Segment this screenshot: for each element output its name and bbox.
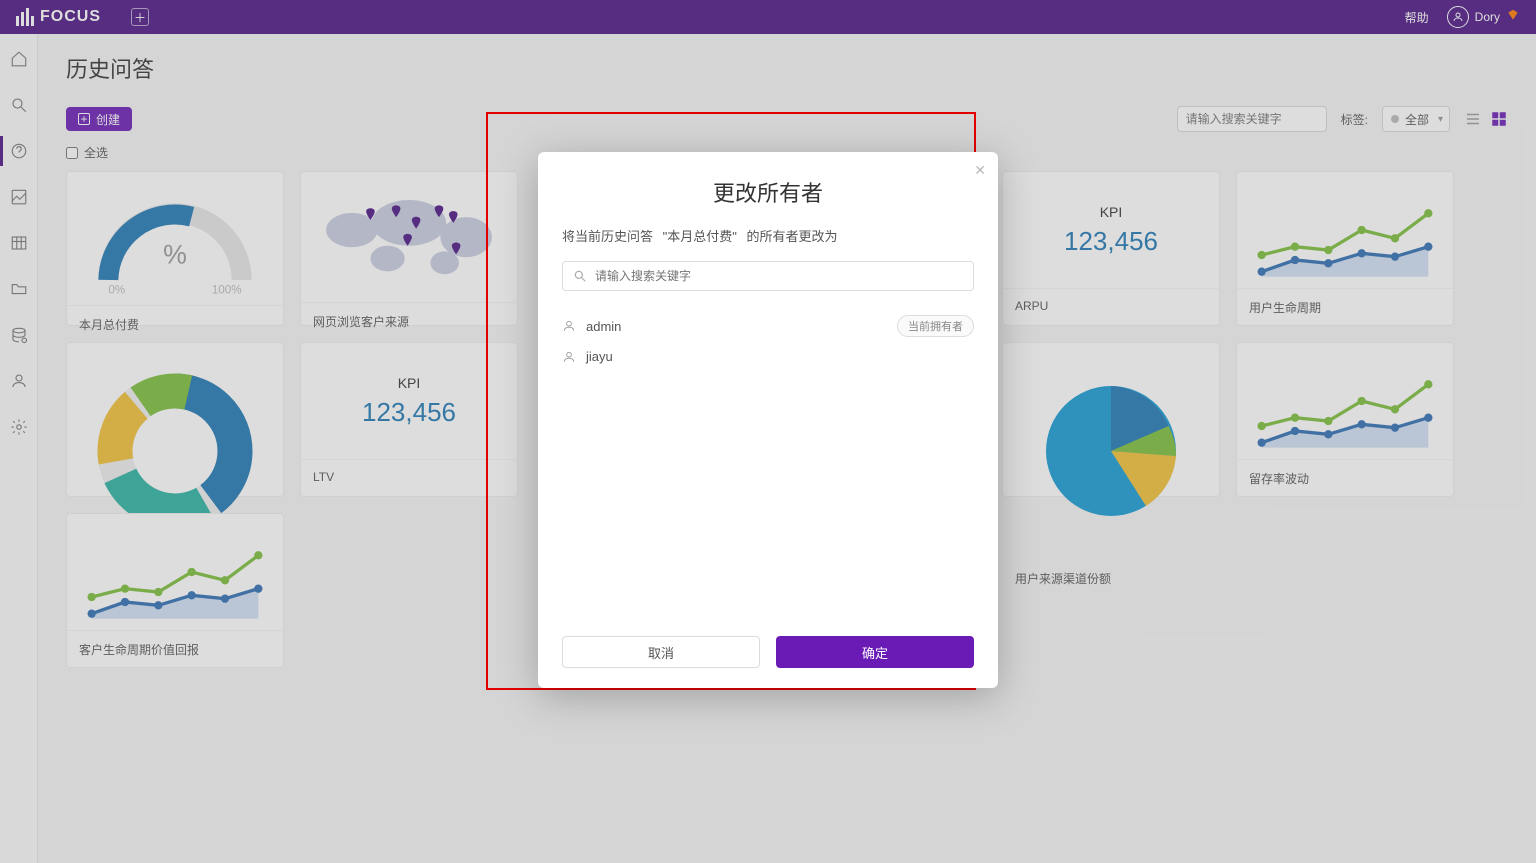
- modal-search-input[interactable]: [595, 269, 963, 283]
- modal-description: 将当前历史问答 "本月总付费" 的所有者更改为: [562, 226, 974, 245]
- user-row[interactable]: admin 当前拥有者: [562, 309, 974, 343]
- search-icon: [573, 269, 587, 283]
- user-icon: [562, 319, 576, 333]
- user-name-label: jiayu: [586, 349, 613, 364]
- current-owner-badge: 当前拥有者: [897, 315, 974, 337]
- user-icon: [562, 350, 576, 364]
- modal-search-box[interactable]: [562, 261, 974, 291]
- modal-footer: 取消 确定: [538, 620, 998, 688]
- user-name-label: admin: [586, 319, 621, 334]
- desc-item-name: "本月总付费": [663, 229, 737, 244]
- confirm-button[interactable]: 确定: [776, 636, 974, 668]
- desc-suffix: 的所有者更改为: [747, 229, 838, 244]
- change-owner-modal: ✕ 更改所有者 将当前历史问答 "本月总付费" 的所有者更改为 admin 当前…: [538, 152, 998, 688]
- cancel-button[interactable]: 取消: [562, 636, 760, 668]
- modal-title: 更改所有者: [538, 152, 998, 226]
- close-icon[interactable]: ✕: [974, 162, 986, 179]
- desc-prefix: 将当前历史问答: [562, 229, 653, 244]
- user-row[interactable]: jiayu: [562, 343, 974, 370]
